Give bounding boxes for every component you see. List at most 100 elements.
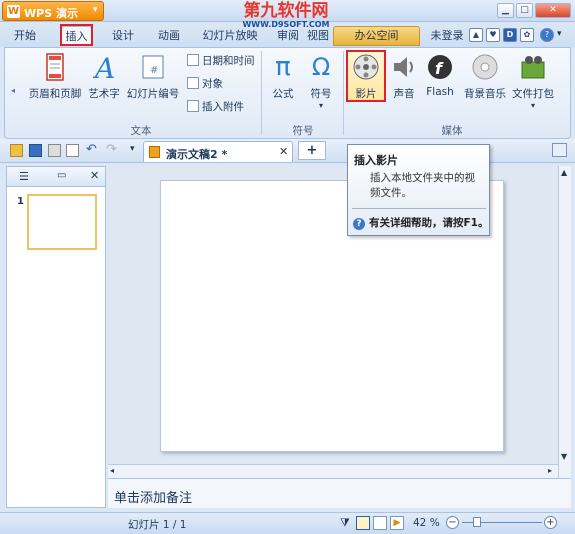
movie-label: 影片 [355, 88, 377, 100]
tooltip-title: 插入影片 [354, 154, 398, 167]
sorter-view-icon[interactable] [373, 516, 387, 530]
notes-pane[interactable]: 单击添加备注 [108, 478, 571, 508]
document-tab[interactable]: 演示文稿2 * ✕ [143, 141, 293, 162]
office-space-button[interactable]: 办公空间 [333, 26, 420, 46]
tooltip-divider [352, 208, 486, 209]
formula-label: 公式 [272, 88, 294, 100]
close-pane-icon[interactable]: ✕ [90, 169, 99, 182]
symbol-group-label: 符号 [292, 125, 314, 137]
music-disc-icon [470, 52, 500, 82]
date-time-label: 日期和时间 [202, 55, 255, 67]
normal-view-icon[interactable] [356, 516, 370, 530]
scroll-down-icon[interactable]: ▼ [561, 452, 567, 461]
redo-icon[interactable]: ↷ [106, 142, 117, 157]
print-preview-icon[interactable] [66, 144, 79, 157]
menu-tab-row: 开始 插入 设计 动画 幻灯片放映 审阅 视图 WWW.D9SOFT.COM 办… [0, 20, 575, 47]
zoom-out-button[interactable]: − [446, 516, 459, 529]
tab-design[interactable]: 设计 [106, 26, 140, 46]
chevron-down-icon: ▾ [93, 5, 98, 15]
close-button[interactable]: ✕ [535, 3, 571, 18]
calendar-icon [187, 54, 199, 66]
chevron-down-icon: ▾ [530, 101, 535, 110]
slides-view-icon[interactable]: ▭ [57, 170, 66, 181]
slides-pane-header: ☰ ▭ ✕ [7, 167, 105, 187]
speaker-icon [389, 52, 419, 82]
omega-icon: Ω [311, 53, 331, 81]
slide-number-icon: # [138, 52, 168, 82]
flash-button[interactable]: f Flash [423, 52, 457, 98]
background-music-button[interactable]: 背景音乐 [461, 52, 509, 101]
maximize-button[interactable]: □ [516, 3, 533, 18]
insert-attachment-button[interactable]: 插入附件 [187, 99, 244, 115]
slide-number: 1 [17, 196, 24, 207]
paperclip-icon [187, 100, 199, 112]
slides-pane: ☰ ▭ ✕ 1 [6, 166, 106, 508]
sound-label: 声音 [393, 88, 415, 100]
filter-icon[interactable]: ⧩ [340, 516, 350, 530]
layout-toggle-icon[interactable] [552, 143, 567, 157]
new-tab-button[interactable]: + [298, 141, 326, 160]
help-icon[interactable]: ? [540, 28, 554, 42]
pi-icon: π [275, 52, 291, 82]
symbol-button[interactable]: Ω 符号 ▾ [305, 52, 337, 110]
outline-view-icon[interactable]: ☰ [19, 170, 29, 183]
tab-slideshow[interactable]: 幻灯片放映 [200, 26, 260, 46]
object-icon [187, 77, 199, 89]
save-icon[interactable] [29, 144, 42, 157]
notes-placeholder: 单击添加备注 [114, 491, 193, 506]
file-package-button[interactable]: 文件打包 ▾ [510, 52, 556, 110]
formula-button[interactable]: π 公式 [267, 52, 299, 101]
flash-icon: f [425, 52, 455, 82]
slide-thumbnail[interactable] [27, 194, 97, 250]
art-text-label: 艺术字 [88, 88, 120, 100]
symbol-label: 符号 [310, 88, 332, 100]
undo-icon[interactable]: ↶ [86, 142, 97, 157]
chevron-down-icon: ▾ [318, 101, 323, 110]
print-icon[interactable] [48, 144, 61, 157]
header-footer-button[interactable]: 页眉和页脚 [25, 52, 85, 101]
scroll-up-icon[interactable]: ▲ [561, 168, 567, 177]
login-link[interactable]: 未登录 [429, 26, 465, 46]
svg-text:#: # [150, 65, 158, 76]
object-button[interactable]: 对象 [187, 76, 223, 92]
customize-dropdown-icon[interactable]: ▾ [130, 144, 135, 154]
zoom-slider-handle[interactable] [473, 517, 481, 527]
app-menu-button[interactable]: W WPS 演示 ▾ [2, 1, 104, 21]
text-group-label: 文本 [130, 125, 152, 137]
status-bar: 幻灯片 1 / 1 ⧩ ▶ 42 % − + [0, 512, 575, 534]
tooltip-help: ? 有关详细帮助，请按F1。 [353, 215, 488, 230]
watermark-url: WWW.D9SOFT.COM [242, 20, 330, 29]
docer-icon[interactable]: D [503, 28, 517, 42]
zoom-in-button[interactable]: + [544, 516, 557, 529]
scroll-right-icon[interactable]: ▸ [548, 466, 552, 475]
tab-view[interactable]: 视图 [303, 26, 333, 46]
movie-tooltip: 插入影片 插入本地文件夹中的视频文件。 ? 有关详细帮助，请按F1。 [347, 144, 490, 236]
chevron-up-icon[interactable]: ▲ [469, 28, 483, 42]
minimize-button[interactable]: ▁ [497, 3, 514, 18]
tab-animation[interactable]: 动画 [152, 26, 186, 46]
group-divider [261, 51, 262, 135]
svg-text:A: A [92, 52, 115, 82]
ribbon-scroll-left-icon[interactable]: ◂ [11, 86, 15, 95]
header-footer-label: 页眉和页脚 [28, 88, 82, 100]
close-tab-icon[interactable]: ✕ [279, 145, 288, 158]
skin-icon[interactable]: ♥ [486, 28, 500, 42]
slide-number-label: 幻灯片编号 [126, 88, 180, 100]
date-time-button[interactable]: 日期和时间 [187, 53, 255, 69]
movie-button[interactable]: 影片 [348, 52, 384, 101]
art-text-button[interactable]: A 艺术字 [87, 52, 121, 101]
help-dropdown-icon[interactable]: ▾ [557, 29, 562, 39]
vertical-scrollbar[interactable]: ▲ ▼ [558, 166, 571, 478]
sound-button[interactable]: 声音 [388, 52, 420, 101]
slide-number-button[interactable]: # 幻灯片编号 [123, 52, 183, 101]
settings-icon[interactable]: ✿ [520, 28, 534, 42]
slideshow-view-icon[interactable]: ▶ [390, 516, 404, 530]
tab-review[interactable]: 审阅 [273, 26, 303, 46]
horizontal-scrollbar[interactable]: ◂ ▸ [108, 464, 558, 478]
tab-home[interactable]: 开始 [8, 26, 42, 46]
slide-canvas-area [108, 166, 558, 464]
open-icon[interactable] [10, 144, 23, 157]
package-icon [518, 52, 548, 82]
zoom-level: 42 % [413, 517, 440, 529]
scroll-left-icon[interactable]: ◂ [110, 466, 114, 475]
